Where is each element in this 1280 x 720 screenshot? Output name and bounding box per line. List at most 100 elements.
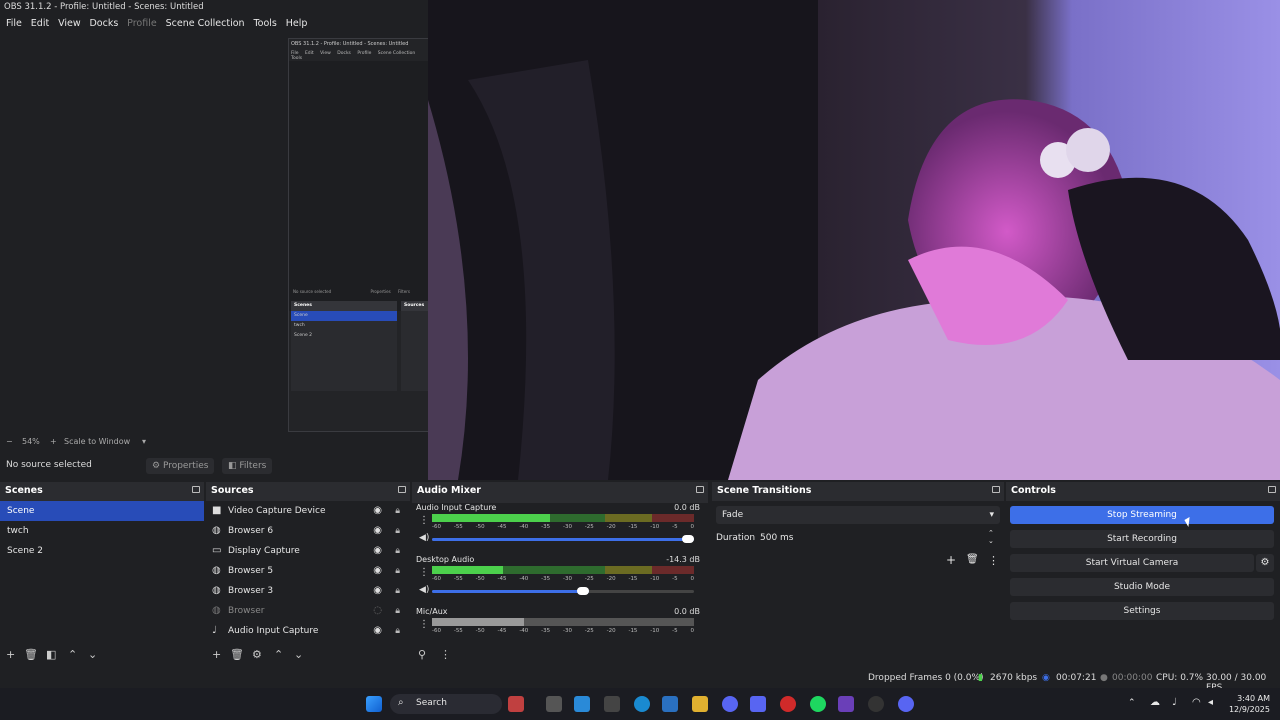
menu-tools[interactable]: Tools [253, 18, 276, 29]
lock-icon[interactable]: 🔒︎ [395, 521, 400, 541]
move-up-icon[interactable]: ⌃ [274, 648, 283, 661]
eye-icon[interactable]: ◉ [373, 521, 382, 541]
start-recording-button[interactable]: Start Recording [1010, 530, 1274, 548]
scale-mode[interactable]: Scale to Window [64, 437, 130, 446]
clock[interactable]: 3:40 AM 12/9/2025 [1229, 693, 1270, 715]
properties-button[interactable]: ⚙ Properties [146, 458, 215, 474]
more-options-icon[interactable]: ⋮ [419, 515, 429, 526]
move-down-icon[interactable]: ⌄ [88, 648, 97, 661]
add-source-button[interactable]: + [212, 648, 221, 661]
transition-select[interactable]: Fade ▾ [716, 506, 1000, 524]
edge-icon[interactable] [634, 696, 650, 712]
windows-start-icon[interactable] [366, 696, 382, 712]
eye-icon[interactable]: ◉ [373, 561, 382, 581]
more-options-icon[interactable]: ⋮ [419, 567, 429, 578]
gear-icon[interactable]: ⚙ [1256, 554, 1274, 572]
eye-icon[interactable]: ◉ [373, 621, 382, 641]
source-item[interactable]: ■ Video Capture Device ◉ 🔒︎ [206, 501, 410, 521]
lock-icon[interactable]: 🔒︎ [395, 541, 400, 561]
filter-icon[interactable]: ◧ [46, 648, 56, 661]
app-icon[interactable] [780, 696, 796, 712]
mic-icon[interactable]: ♩ [1172, 697, 1177, 708]
scene-item[interactable]: Scene 2 [0, 541, 204, 561]
duration-input[interactable]: 500 ms [760, 533, 794, 543]
add-transition-button[interactable]: + [946, 553, 956, 567]
move-up-icon[interactable]: ⌃ [68, 648, 77, 661]
lock-icon[interactable]: 🔒︎ [395, 621, 400, 641]
more-options-icon[interactable]: ⋮ [988, 554, 999, 567]
lock-icon[interactable]: 🔒︎ [395, 501, 400, 521]
cloud-icon[interactable]: ☁ [1150, 697, 1160, 708]
duration-stepper[interactable]: ⌃ ⌄ [988, 529, 994, 545]
popout-icon[interactable] [398, 486, 406, 493]
studio-mode-button[interactable]: Studio Mode [1010, 578, 1274, 596]
menu-scene-collection[interactable]: Scene Collection [166, 18, 245, 29]
popout-icon[interactable] [1268, 486, 1276, 493]
filters-button[interactable]: ◧ Filters [222, 458, 273, 474]
scene-item[interactable]: twch [0, 521, 204, 541]
zoom-out-button[interactable]: − [6, 437, 13, 446]
scene-item[interactable]: Scene [0, 501, 204, 521]
popout-icon[interactable] [992, 486, 1000, 493]
add-scene-button[interactable]: + [6, 648, 15, 661]
app-icon[interactable] [750, 696, 766, 712]
wifi-icon[interactable]: ◠ [1192, 697, 1201, 708]
lock-icon[interactable]: 🔒︎ [395, 561, 400, 581]
source-item[interactable]: ◍ Browser 6 ◉ 🔒︎ [206, 521, 410, 541]
taskbar-search[interactable]: ⌕ Search [390, 694, 502, 714]
app-icon[interactable] [898, 696, 914, 712]
slider-knob[interactable] [577, 587, 590, 595]
menu-file[interactable]: File [6, 18, 22, 29]
volume-slider[interactable] [432, 535, 694, 543]
folder-icon[interactable] [692, 696, 708, 712]
source-item[interactable]: ◍ Browser 3 ◉ 🔒︎ [206, 581, 410, 601]
app-icon[interactable] [838, 696, 854, 712]
trash-icon[interactable]: 🗑 [966, 554, 979, 565]
eye-hidden-icon[interactable]: ◌ [373, 601, 382, 621]
discord-icon[interactable] [722, 696, 738, 712]
source-item[interactable]: ▭ Display Capture ◉ 🔒︎ [206, 541, 410, 561]
spotify-icon[interactable] [810, 696, 826, 712]
copilot-icon[interactable] [574, 696, 590, 712]
start-virtual-camera-button[interactable]: Start Virtual Camera [1010, 554, 1254, 572]
menu-view[interactable]: View [58, 18, 81, 29]
eye-icon[interactable]: ◉ [373, 541, 382, 561]
more-options-icon[interactable]: ⋮ [440, 648, 451, 661]
store-icon[interactable] [662, 696, 678, 712]
trash-icon[interactable]: 🗑 [230, 648, 244, 661]
app-icon[interactable] [604, 696, 620, 712]
eye-icon[interactable]: ◉ [373, 501, 382, 521]
stop-streaming-button[interactable]: Stop Streaming [1010, 506, 1274, 524]
source-item[interactable]: ♩ Audio Input Capture ◉ 🔒︎ [206, 621, 410, 641]
speaker-icon[interactable]: ◀) [419, 533, 429, 543]
more-options-icon[interactable]: ⋮ [419, 619, 429, 630]
menu-help[interactable]: Help [286, 18, 308, 29]
popout-icon[interactable] [696, 486, 704, 493]
slider-knob[interactable] [682, 535, 694, 543]
volume-icon[interactable]: ◂ [1208, 697, 1213, 708]
menu-docks[interactable]: Docks [89, 18, 118, 29]
link-icon[interactable]: ⚲ [418, 648, 426, 661]
cpu-usage: CPU: 0.7% [1156, 673, 1204, 683]
lock-icon[interactable]: 🔒︎ [395, 601, 400, 621]
chevron-up-icon[interactable]: ⌃ [1128, 698, 1136, 708]
move-down-icon[interactable]: ⌄ [294, 648, 303, 661]
trash-icon[interactable]: 🗑 [24, 648, 38, 661]
source-item[interactable]: ◍ Browser ◌ 🔒︎ [206, 601, 410, 621]
menu-profile[interactable]: Profile [127, 18, 157, 29]
chevron-down-icon[interactable]: ▾ [142, 437, 146, 446]
task-view-icon[interactable] [546, 696, 562, 712]
speaker-icon[interactable]: ◀) [419, 585, 429, 595]
menu-edit[interactable]: Edit [31, 18, 49, 29]
lock-icon[interactable]: 🔒︎ [395, 581, 400, 601]
gear-icon[interactable]: ⚙ [252, 648, 262, 661]
settings-button[interactable]: Settings [1010, 602, 1274, 620]
camera-preview[interactable] [428, 0, 1280, 480]
zoom-in-button[interactable]: + [50, 437, 57, 446]
app-icon[interactable] [508, 696, 524, 712]
source-item[interactable]: ◍ Browser 5 ◉ 🔒︎ [206, 561, 410, 581]
volume-slider[interactable] [432, 587, 694, 595]
popout-icon[interactable] [192, 486, 200, 493]
obs-icon[interactable] [868, 696, 884, 712]
eye-icon[interactable]: ◉ [373, 581, 382, 601]
